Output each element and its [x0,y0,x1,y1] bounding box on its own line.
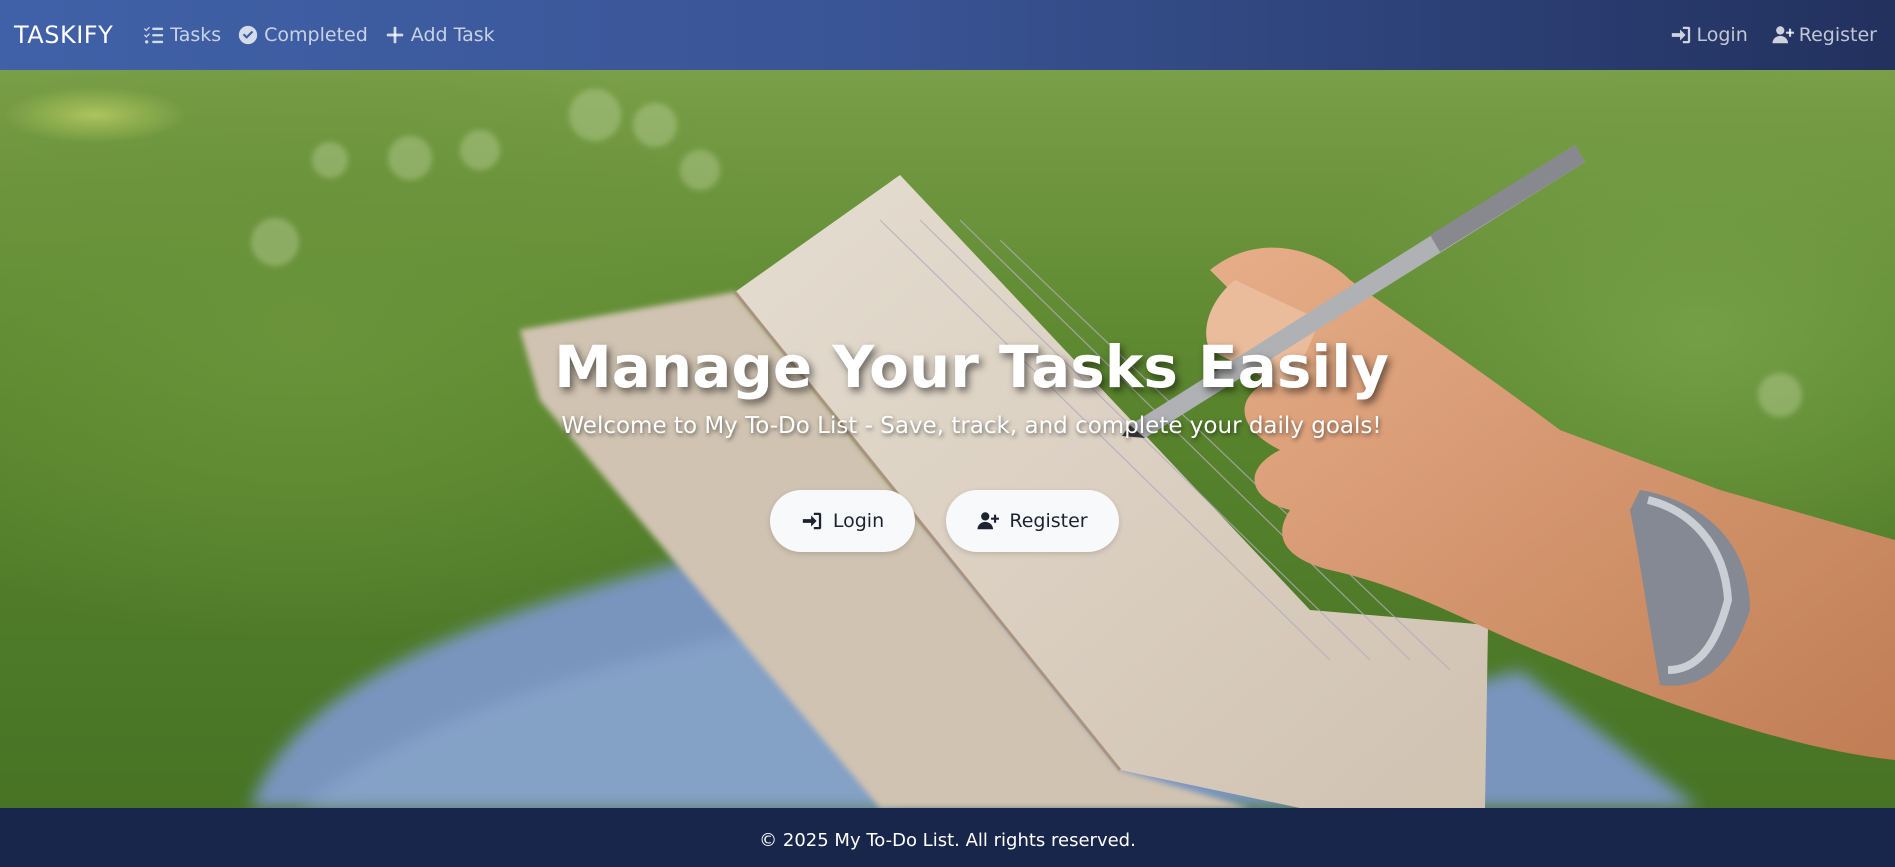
nav-link-register-label: Register [1798,24,1877,46]
nav-left-group: TASKIFY Tasks Completed Add Task [14,21,495,49]
hero-title: Manage Your Tasks Easily [554,333,1389,401]
sign-in-icon [802,512,822,530]
top-navbar: TASKIFY Tasks Completed Add Task Login R… [0,0,1895,70]
nav-link-completed[interactable]: Completed [237,24,368,46]
hero-login-label: Login [832,510,885,532]
plus-icon [386,26,404,44]
hero-register-button[interactable]: Register [946,490,1119,552]
nav-right-group: Login Register [1646,24,1882,46]
hero-section: Manage Your Tasks Easily Welcome to My T… [0,70,1895,808]
hero-register-label: Register [1009,510,1088,532]
sign-in-icon [1671,26,1690,44]
nav-link-login-label: Login [1696,24,1748,46]
nav-link-tasks[interactable]: Tasks [143,24,221,46]
hero-login-button[interactable]: Login [770,490,915,552]
user-plus-icon [1772,26,1794,44]
nav-link-login[interactable]: Login [1670,24,1748,46]
nav-link-register[interactable]: Register [1772,24,1877,46]
nav-link-add-task-label: Add Task [410,24,495,46]
hero-content: Manage Your Tasks Easily Welcome to My T… [0,70,1895,808]
hero-subtitle: Welcome to My To-Do List - Save, track, … [561,413,1382,439]
footer-copyright: © 2025 My To-Do List. All rights reserve… [759,830,1136,851]
nav-link-tasks-label: Tasks [170,24,222,46]
user-plus-icon [977,512,1000,530]
task-list-icon [144,26,164,44]
page-footer: © 2025 My To-Do List. All rights reserve… [0,808,1895,867]
brand-logo[interactable]: TASKIFY [14,21,113,49]
nav-link-completed-label: Completed [264,24,368,46]
nav-link-add-task[interactable]: Add Task [384,24,495,46]
check-circle-icon [238,25,258,45]
